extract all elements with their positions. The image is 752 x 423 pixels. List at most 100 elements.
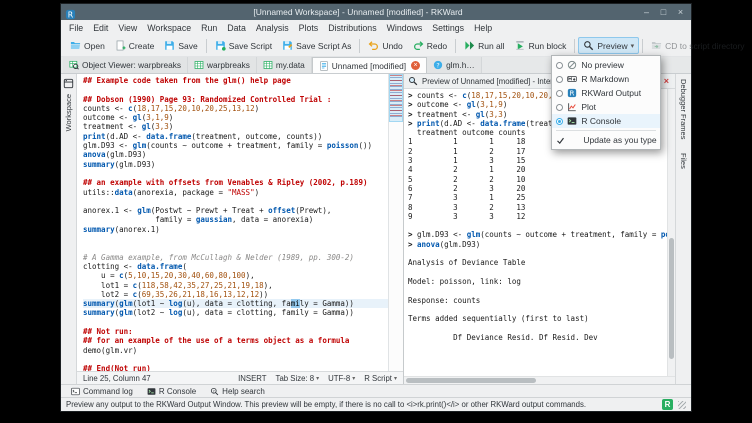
close-window-button[interactable]: × bbox=[674, 5, 687, 19]
toolbar-run-block-button[interactable]: Run block bbox=[510, 37, 572, 54]
dropdown-arrow-icon: ▾ bbox=[394, 375, 397, 382]
code-editor[interactable]: ## Example code taken from the glm() hel… bbox=[77, 74, 388, 371]
menu-view[interactable]: View bbox=[113, 22, 142, 34]
toolbar-button-label: Preview bbox=[597, 41, 627, 51]
tab-size-selector[interactable]: Tab Size: 8 ▾ bbox=[276, 374, 320, 383]
svg-text:?: ? bbox=[213, 389, 215, 393]
maximize-button[interactable]: □ bbox=[657, 5, 670, 19]
console-icon-icon bbox=[147, 387, 156, 396]
tab-unnamed-modified[interactable]: Unnamed [modified] × bbox=[312, 57, 427, 73]
titlebar[interactable]: R [Unnamed Workspace] - Unnamed [modifie… bbox=[61, 4, 691, 20]
preview-menu-item-update-as-you-type[interactable]: Update as you type bbox=[552, 133, 660, 147]
tab-my-data[interactable]: my.data bbox=[257, 57, 312, 73]
menu-run[interactable]: Run bbox=[196, 22, 222, 34]
menu-bar: FileEditViewWorkspaceRunDataAnalysisPlot… bbox=[61, 20, 691, 35]
run-all-icon bbox=[464, 40, 475, 51]
toolbar-save-button[interactable]: Save bbox=[159, 37, 202, 54]
workspace-icon bbox=[63, 78, 74, 89]
highlight-mode-selector[interactable]: R Script ▾ bbox=[364, 374, 397, 383]
bottom-tab-r-console[interactable]: R Console bbox=[142, 385, 201, 397]
tab-object-viewer-warpbreaks[interactable]: Object Viewer: warpbreaks bbox=[63, 57, 188, 73]
toolbar-button-label: Save Script bbox=[229, 41, 272, 51]
console-horizontal-scrollbar[interactable] bbox=[404, 376, 675, 384]
menu-analysis[interactable]: Analysis bbox=[251, 22, 294, 34]
screen-background: R [Unnamed Workspace] - Unnamed [modifie… bbox=[0, 0, 752, 423]
bottom-tab-help-search[interactable]: ?Help search bbox=[205, 385, 270, 397]
toolbar-button-label: Create bbox=[129, 41, 155, 51]
preview-menu-item-plot[interactable]: Plot bbox=[552, 100, 660, 114]
code-line: demo(glm.vr) bbox=[83, 346, 388, 355]
tab-glm-h[interactable]: ?glm.h… bbox=[427, 57, 482, 73]
menu-plots[interactable]: Plots bbox=[294, 22, 324, 34]
new-doc-icon bbox=[115, 40, 126, 51]
toolbar-create-button[interactable]: Create bbox=[110, 37, 160, 54]
insert-mode-indicator[interactable]: INSERT bbox=[238, 374, 266, 383]
script-doc-icon bbox=[319, 61, 329, 71]
minimize-button[interactable]: – bbox=[640, 5, 653, 19]
code-line bbox=[83, 355, 388, 364]
toolbar-button-label: Run all bbox=[478, 41, 504, 51]
editor-scrollbar-minimap[interactable] bbox=[388, 74, 403, 371]
menu-help[interactable]: Help bbox=[469, 22, 497, 34]
toolbar-redo-button[interactable]: Redo bbox=[408, 37, 452, 54]
code-line bbox=[408, 221, 667, 230]
code-line: Terms added sequentially (first to last) bbox=[408, 314, 667, 323]
menu-settings[interactable]: Settings bbox=[427, 22, 469, 34]
folder-open-icon bbox=[70, 40, 81, 51]
resize-grip[interactable] bbox=[678, 401, 686, 409]
preview-menu-item-r-console[interactable]: R Console bbox=[552, 114, 660, 128]
tab-label: Unnamed [modified] bbox=[332, 61, 406, 71]
toolbar-cd-to-script-directory-button[interactable]: CD to script directory bbox=[646, 37, 749, 54]
code-line: summary(glm.D93) bbox=[83, 160, 388, 169]
no-preview-icon bbox=[567, 60, 577, 70]
menu-workspace[interactable]: Workspace bbox=[142, 22, 196, 34]
scrollbar-thumb[interactable] bbox=[669, 238, 674, 359]
toolbar-open-button[interactable]: Open bbox=[65, 37, 110, 54]
preview-menu-item-r-markdown[interactable]: R Markdown bbox=[552, 72, 660, 86]
code-line bbox=[408, 305, 667, 314]
code-line: ## Dobson (1990) Page 93: Randomized Con… bbox=[83, 95, 388, 104]
editor-statusbar: Line 25, Column 47 INSERT Tab Size: 8 ▾ … bbox=[77, 371, 403, 384]
radio-icon bbox=[556, 62, 563, 69]
menu-item-label: No preview bbox=[581, 60, 624, 70]
bottom-tool-tabbar: Command log R Console ?Help search bbox=[61, 384, 691, 397]
scrollbar-thumb[interactable] bbox=[406, 378, 536, 383]
radio-icon bbox=[556, 104, 563, 111]
toolbar-save-script-as-button[interactable]: Save Script As bbox=[277, 37, 356, 54]
toolbar-run-all-button[interactable]: Run all bbox=[459, 37, 509, 54]
svg-text:R: R bbox=[68, 10, 74, 19]
close-preview-icon[interactable]: × bbox=[662, 75, 671, 87]
menu-file[interactable]: File bbox=[64, 22, 88, 34]
toolbar-undo-button[interactable]: Undo bbox=[363, 37, 407, 54]
terminal-icon bbox=[71, 387, 80, 396]
window-title: [Unnamed Workspace] - Unnamed [modified]… bbox=[80, 7, 636, 17]
menu-edit[interactable]: Edit bbox=[88, 22, 113, 34]
viewer-table-icon bbox=[69, 60, 79, 70]
side-tab-debugger-frames[interactable]: Debugger Frames bbox=[679, 79, 688, 141]
code-line: # A Gamma example, from McCullagh & Neld… bbox=[83, 253, 388, 262]
code-line: Df Deviance Resid. Df Resid. Dev bbox=[408, 333, 667, 342]
preview-menu-item-rkward-output[interactable]: RRKWard Output bbox=[552, 86, 660, 100]
preview-menu-item-no-preview[interactable]: No preview bbox=[552, 58, 660, 72]
side-tab-files[interactable]: Files bbox=[679, 153, 688, 171]
toolbar-preview-button[interactable]: Preview▾No previewR MarkdownRRKWard Outp… bbox=[578, 37, 639, 54]
code-line: ## End(Not run) bbox=[83, 364, 388, 371]
svg-text:?: ? bbox=[436, 62, 439, 69]
cursor-position[interactable]: Line 25, Column 47 bbox=[83, 374, 151, 383]
menu-data[interactable]: Data bbox=[222, 22, 251, 34]
close-tab-icon[interactable]: × bbox=[411, 61, 420, 70]
side-tab-workspace[interactable]: Workspace bbox=[64, 94, 73, 133]
console-vertical-scrollbar[interactable] bbox=[667, 89, 675, 376]
code-line: summary(glm(lot1 ~ log(u), data = clotti… bbox=[83, 299, 388, 308]
menu-distributions[interactable]: Distributions bbox=[323, 22, 381, 34]
toolbar-save-script-button[interactable]: Save Script bbox=[210, 37, 277, 54]
code-line: ## an example with offsets from Venables… bbox=[83, 178, 388, 187]
code-line: 9 3 3 12 bbox=[408, 212, 667, 221]
r-engine-status-icon: R bbox=[662, 399, 673, 410]
tab-warpbreaks[interactable]: warpbreaks bbox=[188, 57, 257, 73]
encoding-selector[interactable]: UTF-8 ▾ bbox=[328, 374, 355, 383]
redo-icon bbox=[413, 40, 424, 51]
bottom-tab-command-log[interactable]: Command log bbox=[66, 385, 138, 397]
rkward-app-icon: R bbox=[65, 7, 76, 18]
menu-windows[interactable]: Windows bbox=[382, 22, 428, 34]
